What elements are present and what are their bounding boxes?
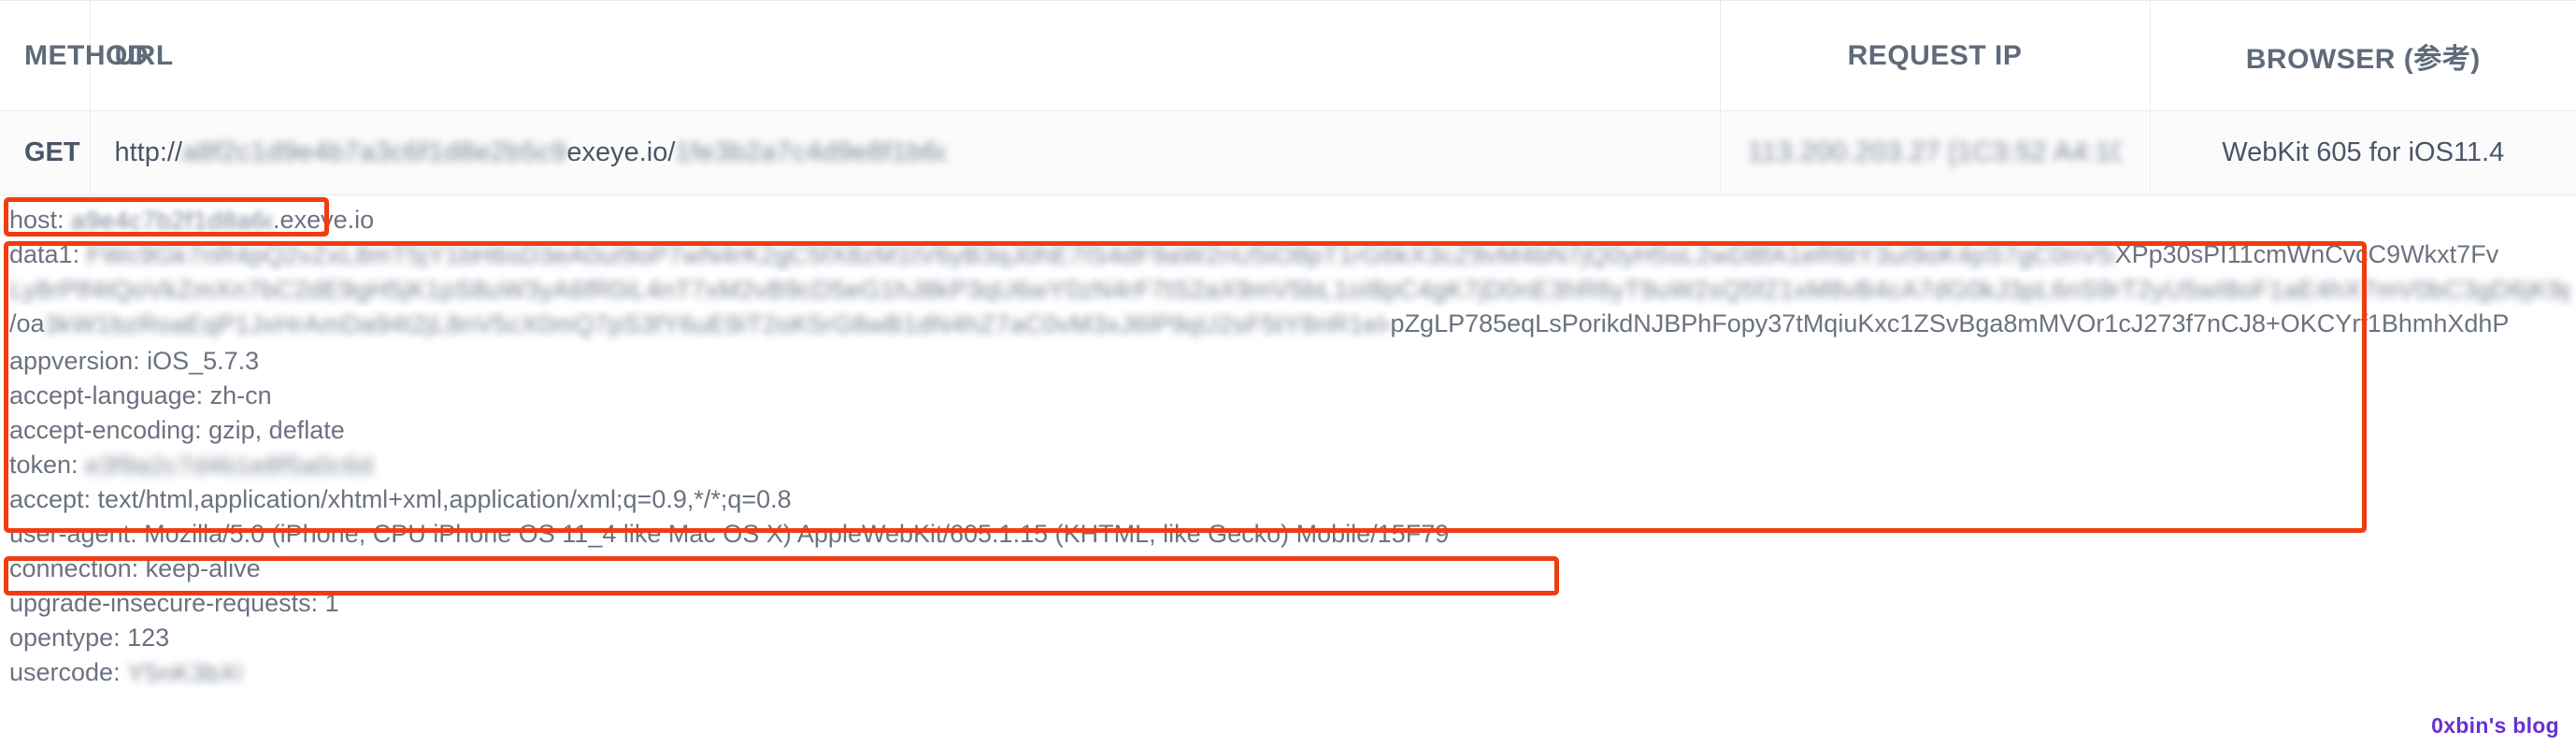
url-host-redacted: a8f2c1d9e4b7a3c6f1d8e2b5c9 bbox=[182, 137, 567, 168]
request-ip-redacted: 113.200.203.27 [1C3:52 A4:109] bbox=[1748, 137, 2122, 168]
url-prefix: http:// bbox=[114, 136, 183, 167]
host-label: host: bbox=[9, 206, 72, 234]
header-line-upgrade-insecure-requests: upgrade-insecure-requests: 1 bbox=[9, 589, 339, 617]
header-line-host: host: a9e4c7b2f1d8a6c3e9b5d2f7c4a1e8.exe… bbox=[9, 203, 2576, 237]
host-domain-suffix: .exeye.io bbox=[273, 206, 375, 234]
host-value-redacted: a9e4c7b2f1d8a6c3e9b5d2f7c4a1e8 bbox=[71, 207, 274, 236]
header-line-accept: accept: text/html,application/xhtml+xml,… bbox=[9, 485, 792, 513]
header-line-data1: data1: FWc9Gk7nR4pQ2vZxL8mT5jY1bH6sD3eA0… bbox=[9, 237, 2576, 272]
data1-path-prefix: /oa bbox=[9, 309, 45, 337]
usercode-value-redacted: Y5nK3bX8Lc2W4q bbox=[127, 659, 241, 688]
usercode-label: usercode: bbox=[9, 658, 128, 686]
header-line-data1-wrap: Ly8rPlf4tQoVkZmXn7bC2dE9gH5jK1pS8uW3yA6f… bbox=[9, 272, 2576, 307]
header-line-opentype: opentype: 123 bbox=[9, 624, 170, 652]
table-row[interactable]: GET http://a8f2c1d9e4b7a3c6f1d8e2b5c9exe… bbox=[0, 110, 2576, 195]
header-line-accept-language: accept-language: zh-cn bbox=[9, 381, 272, 409]
cell-request-ip: 113.200.203.27 [1C3:52 A4:109] bbox=[1720, 110, 2151, 195]
table-header-row: METHOD URL REQUEST IP BROWSER (参考) bbox=[0, 0, 2576, 111]
data1-path-overflow: KCYrf1BhmhXdhP bbox=[2299, 309, 2510, 337]
url-path-redacted: 1fe3b2a7c4d9e8f1b6c bbox=[675, 137, 947, 168]
request-detail-panel: METHOD URL REQUEST IP BROWSER (参考) GET h… bbox=[0, 0, 2576, 746]
data1-wrap-redacted: Ly8rPlf4tQoVkZmXn7bC2dE9gH5jK1pS8uW3yA6f… bbox=[9, 276, 2570, 305]
request-headers-dump: host: a9e4c7b2f1d8a6c3e9b5d2f7c4a1e8.exe… bbox=[0, 195, 2576, 690]
token-label: token: bbox=[9, 451, 86, 479]
header-line-token: token: e3f9a2c7d4b1e8f5a0c6d3b9e2f7a4c1d… bbox=[9, 448, 2576, 482]
column-header-url[interactable]: URL bbox=[90, 0, 1721, 111]
data1-value-redacted: FWc9Gk7nR4pQ2vZxL8mT5jY1bH6sD3eA0uI9oP7w… bbox=[86, 241, 2115, 270]
header-line-appversion: appversion: iOS_5.7.3 bbox=[9, 347, 260, 375]
url-domain: exeye.io/ bbox=[566, 136, 676, 167]
cell-url[interactable]: http://a8f2c1d9e4b7a3c6f1d8e2b5c9exeye.i… bbox=[90, 110, 1721, 195]
table-header: METHOD URL REQUEST IP BROWSER (参考) bbox=[0, 0, 2576, 111]
table-body: GET http://a8f2c1d9e4b7a3c6f1d8e2b5c9exe… bbox=[0, 110, 2576, 195]
watermark: 0xbin's blog bbox=[2431, 713, 2559, 738]
cell-method: GET bbox=[0, 110, 91, 195]
data1-path-redacted: 3kW1bzRoaEqP1JxHrAmDa94t2jL8nV5cX0mQ7pS3… bbox=[44, 310, 1391, 339]
header-line-usercode: usercode: Y5nK3bX8Lc2W4q bbox=[9, 655, 2576, 690]
header-line-data1-path: /oa3kW1bzRoaEqP1JxHrAmDa94t2jL8nV5cX0mQ7… bbox=[9, 307, 2576, 344]
header-line-user-agent: user-agent: Mozilla/5.0 (iPhone; CPU iPh… bbox=[9, 520, 1450, 548]
column-header-browser[interactable]: BROWSER (参考) bbox=[2150, 0, 2576, 111]
column-header-method[interactable]: METHOD bbox=[0, 0, 149, 111]
column-header-request-ip[interactable]: REQUEST IP bbox=[1720, 0, 2151, 111]
data1-path-visible: pZgLP785eqLsPorikdNJBPhFopy37tMqiuKxc1ZS… bbox=[1390, 309, 2300, 337]
data1-label: data1: bbox=[9, 240, 87, 268]
data1-value-visible: XPp30sPI11cm bbox=[2114, 240, 2287, 268]
header-line-connection: connection: keep-alive bbox=[9, 554, 261, 582]
header-line-accept-encoding: accept-encoding: gzip, deflate bbox=[9, 416, 345, 444]
token-value-redacted: e3f9a2c7d4b1e8f5a0c6d3b9e2f7a4c1d8b5e0f3… bbox=[85, 452, 375, 481]
cell-browser: WebKit 605 for iOS11.4 bbox=[2150, 110, 2576, 195]
request-table: METHOD URL REQUEST IP BROWSER (参考) GET h… bbox=[0, 0, 2576, 195]
data1-value-overflow: WnCvcC9Wkxt7Fv bbox=[2286, 240, 2499, 268]
